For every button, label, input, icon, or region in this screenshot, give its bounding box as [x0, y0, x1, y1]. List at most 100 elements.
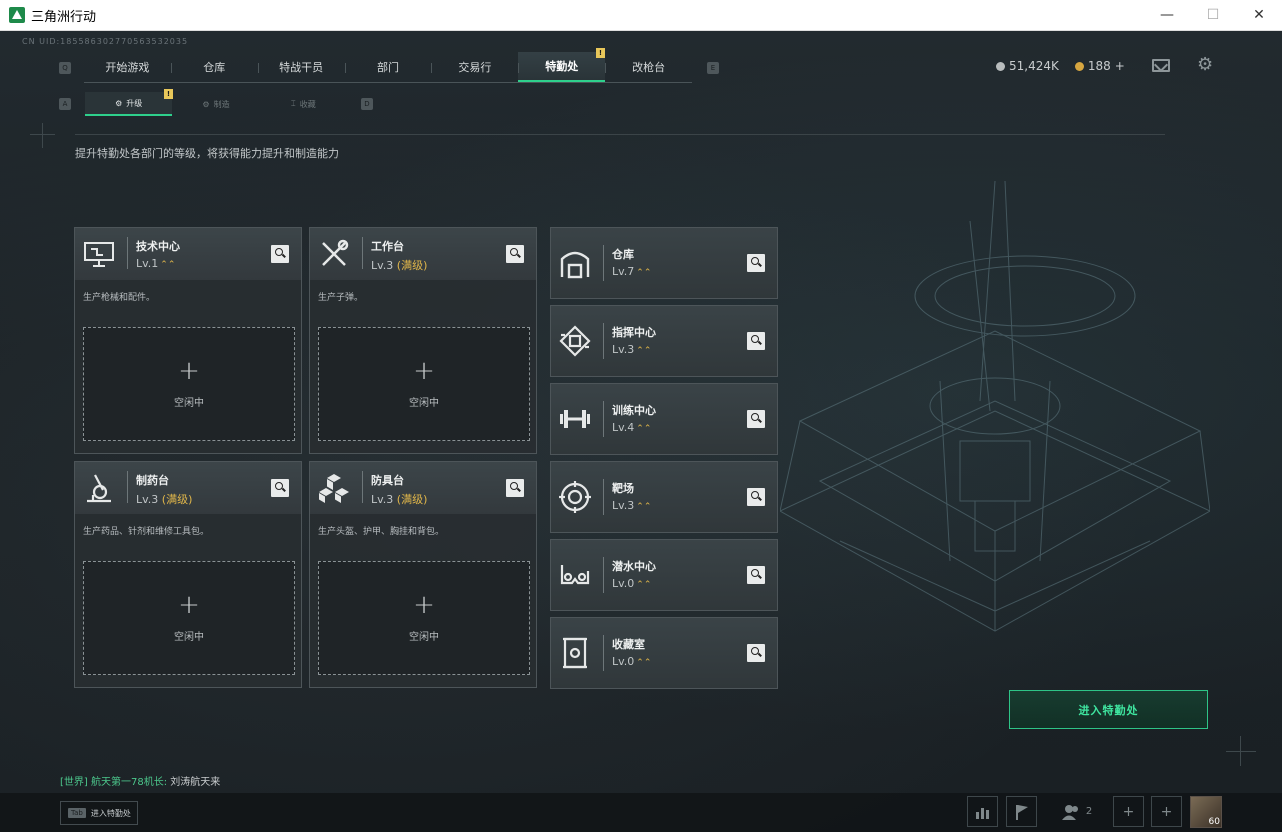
production-slot[interactable]: + 空闲中 — [318, 327, 530, 441]
minimize-button[interactable]: — — [1144, 0, 1190, 30]
card-separator — [127, 471, 128, 503]
dept-card-command-center[interactable]: 指挥中心 Lv.3 ⌃⌃ — [550, 305, 778, 377]
notification-badge: ! — [596, 48, 605, 58]
dept-card-training-center[interactable]: 训练中心 Lv.4 ⌃⌃ — [550, 383, 778, 455]
card-title: 仓库 — [612, 248, 634, 261]
avatar[interactable]: 60 — [1190, 796, 1222, 828]
player-uid: CN UID:185586302770563532035 — [22, 37, 189, 46]
add-slot-button[interactable]: + — [1113, 796, 1144, 827]
target-icon — [559, 481, 591, 513]
window-titlebar: 三角洲行动 — ☐ ✕ — [0, 0, 1282, 31]
level-value: Lv.3 — [371, 259, 394, 272]
inspect-button[interactable] — [747, 254, 765, 272]
tab-department[interactable]: 部门 — [344, 52, 432, 82]
inspect-button[interactable] — [506, 245, 524, 263]
inspect-button[interactable] — [747, 332, 765, 350]
dept-card-shooting-range[interactable]: 靶场 Lv.3 ⌃⌃ — [550, 461, 778, 533]
level-value: Lv.3 — [612, 343, 635, 356]
dept-card-workbench[interactable]: 工作台 Lv.3 (满级) 生产子弹。 + 空闲中 — [309, 227, 537, 454]
page-description: 提升特勤处各部门的等级，将获得能力提升和制造能力 — [75, 147, 339, 160]
cubes-icon — [319, 474, 349, 503]
dept-card-tech-center[interactable]: 技术中心 Lv.1 ⌃⌃ 生产枪械和配件。 + 空闲中 — [74, 227, 302, 454]
subtab-collection[interactable]: ⌶ 收藏 — [260, 92, 347, 116]
dept-card-pharmacy[interactable]: 制药台 Lv.3 (满级) 生产药品、针剂和维修工具包。 + 空闲中 — [74, 461, 302, 688]
subtab-collection-label: 收藏 — [299, 99, 316, 109]
upgradable-icon: ⌃⌃ — [636, 658, 652, 668]
card-level: Lv.3 (满级) — [371, 257, 427, 273]
friends-icon — [1061, 804, 1078, 820]
dept-card-collection-room[interactable]: 收藏室 Lv.0 ⌃⌃ — [550, 617, 778, 689]
subtab-upgrade[interactable]: ⚙ 升级 — [85, 92, 173, 116]
tab-special-ops[interactable]: 特勤处 — [518, 52, 606, 82]
corner-decoration — [1226, 751, 1256, 752]
production-slot[interactable]: + 空闲中 — [83, 327, 295, 441]
inspect-button[interactable] — [271, 479, 289, 497]
level-value: Lv.0 — [612, 577, 635, 590]
friends-button[interactable]: 2 — [1045, 796, 1109, 827]
max-level-tag: (满级) — [161, 493, 193, 506]
maximize-button[interactable]: ☐ — [1190, 0, 1236, 30]
upgradable-icon: ⌃⌃ — [160, 260, 176, 270]
mail-icon[interactable] — [1152, 59, 1170, 72]
inspect-button[interactable] — [747, 410, 765, 428]
slot-status: 空闲中 — [174, 398, 204, 409]
upgradable-icon: ⌃⌃ — [636, 580, 652, 590]
inspect-button[interactable] — [271, 245, 289, 263]
dept-card-storage[interactable]: 仓库 Lv.7 ⌃⌃ — [550, 227, 778, 299]
inspect-button[interactable] — [747, 488, 765, 506]
dept-card-armor-bench[interactable]: 防具台 Lv.3 (满级) 生产头盔、护甲、胸挂和背包。 + 空闲中 — [309, 461, 537, 688]
slot-status: 空闲中 — [409, 398, 439, 409]
card-level: Lv.3 (满级) — [371, 491, 427, 507]
dumbbell-icon — [560, 410, 590, 428]
chat-channel: [世界] — [60, 777, 88, 788]
app-logo-icon — [9, 7, 25, 23]
card-title: 工作台 — [371, 240, 404, 253]
craft-icon: ⚙ — [202, 99, 210, 109]
tab-start-game[interactable]: 开始游戏 — [84, 52, 171, 82]
card-level: Lv.0 ⌃⌃ — [612, 577, 651, 590]
tools-icon — [322, 239, 349, 266]
max-level-tag: (满级) — [396, 493, 428, 506]
level-value: Lv.1 — [136, 257, 159, 270]
game-viewport: CN UID:185586302770563532035 Q 开始游戏 仓库 特… — [0, 31, 1282, 832]
upgradable-icon: ⌃⌃ — [636, 268, 652, 278]
tab-trading[interactable]: 交易行 — [431, 52, 518, 82]
inspect-button[interactable] — [506, 479, 524, 497]
card-description: 生产枪械和配件。 — [83, 293, 156, 303]
computer-icon — [84, 242, 114, 267]
close-button[interactable]: ✕ — [1236, 0, 1282, 30]
tab-warehouse[interactable]: 仓库 — [170, 52, 258, 82]
keyhint-a: A — [59, 98, 71, 110]
coin-icon — [996, 61, 1005, 71]
tab-gun-mod[interactable]: 改枪台 — [605, 52, 692, 82]
shortcut-label: 进入特勤处 — [90, 808, 131, 818]
production-slot[interactable]: + 空闲中 — [318, 561, 530, 675]
upgradable-icon: ⌃⌃ — [636, 502, 652, 512]
world-chat-line[interactable]: [世界] 航天第一78机长: 刘涛航天来 — [60, 773, 220, 788]
ticket-amount: 188 — [1087, 59, 1111, 73]
add-ticket-button[interactable]: + — [1115, 59, 1125, 73]
warehouse-icon — [560, 251, 590, 279]
upgradable-icon: ⌃⌃ — [636, 346, 652, 356]
subtab-notification-badge: ! — [164, 89, 173, 99]
corner-decoration — [1240, 736, 1241, 766]
production-slot[interactable]: + 空闲中 — [83, 561, 295, 675]
gear-icon[interactable]: ⚙ — [1197, 56, 1215, 74]
inspect-button[interactable] — [747, 644, 765, 662]
plus-icon: + — [178, 356, 200, 386]
enter-special-ops-shortcut[interactable]: Tab 进入特勤处 — [60, 801, 138, 825]
enter-special-ops-button[interactable]: 进入特勤处 — [1009, 690, 1208, 729]
flag-button[interactable] — [1006, 796, 1037, 827]
inspect-button[interactable] — [747, 566, 765, 584]
add-slot-button[interactable]: + — [1151, 796, 1182, 827]
card-title: 收藏室 — [612, 638, 645, 651]
stats-button[interactable] — [967, 796, 998, 827]
card-description: 生产头盔、护甲、胸挂和背包。 — [318, 527, 445, 537]
dept-card-diving-center[interactable]: 潜水中心 Lv.0 ⌃⌃ — [550, 539, 778, 611]
subtab-craft[interactable]: ⚙ 制造 — [172, 92, 259, 116]
card-title: 制药台 — [136, 474, 169, 487]
tab-operators[interactable]: 特战干员 — [257, 52, 345, 82]
card-separator — [603, 557, 604, 593]
subtab-craft-label: 制造 — [213, 99, 230, 109]
card-title: 指挥中心 — [612, 326, 656, 339]
